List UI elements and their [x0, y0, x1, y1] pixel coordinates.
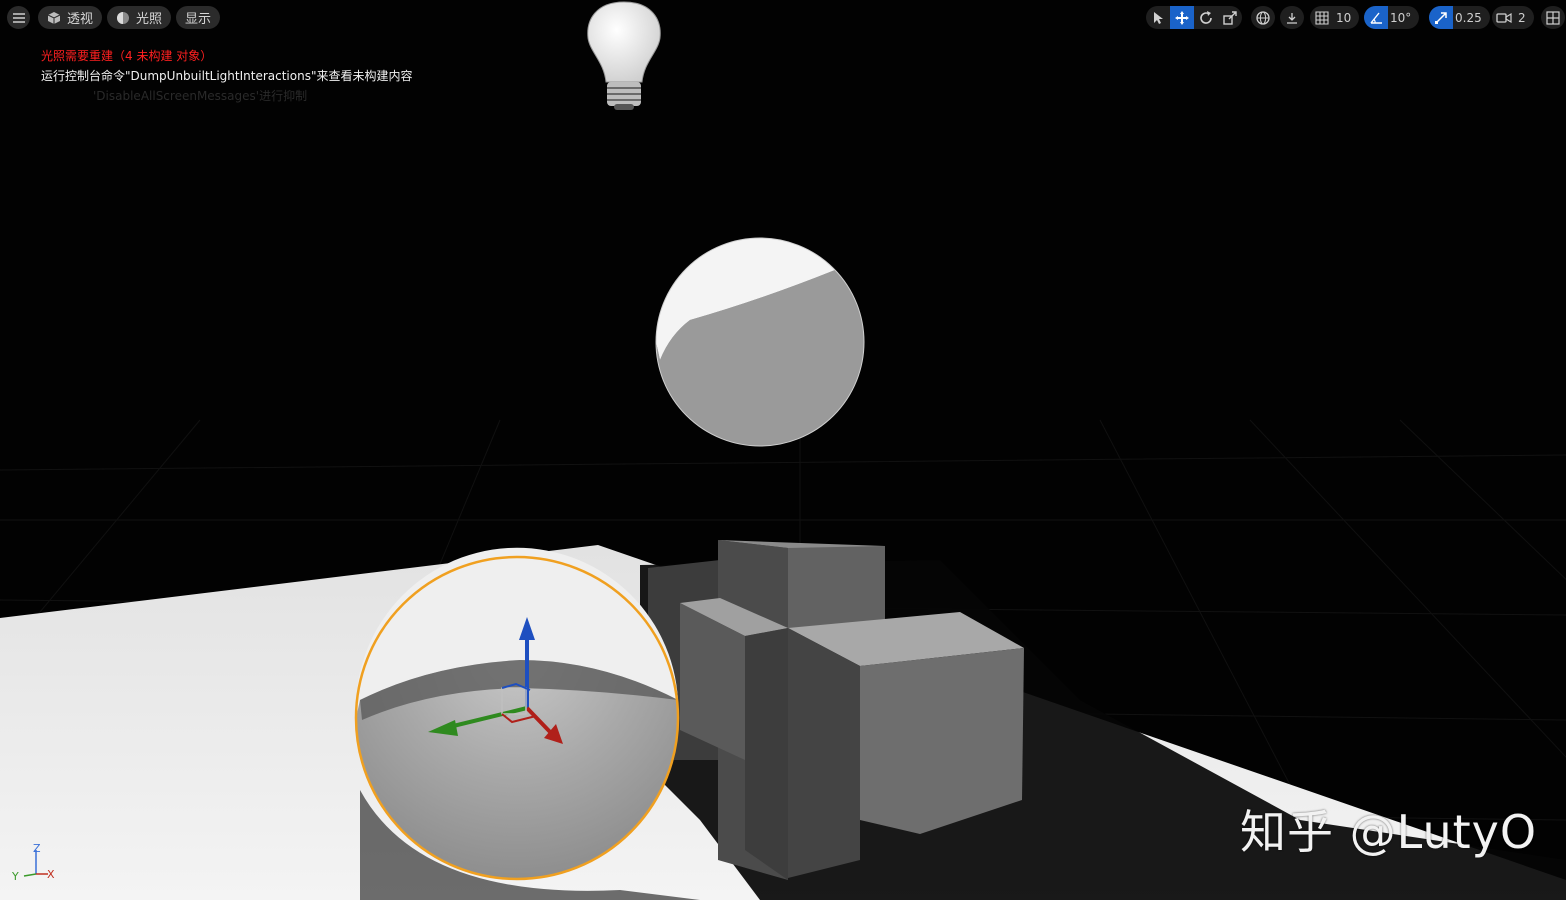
world-space-button[interactable] [1251, 6, 1275, 29]
scale-snap-icon [1434, 11, 1448, 25]
show-button[interactable]: 显示 [176, 6, 221, 29]
camera-speed-group: 2 [1492, 6, 1534, 29]
scale-mode-button[interactable] [1218, 6, 1242, 29]
axis-x-label: X [47, 868, 55, 881]
grid-snap-value[interactable]: 10 [1334, 11, 1359, 25]
dump-unbuilt-message: 运行控制台命令"DumpUnbuiltLightInteractions"来查看… [41, 69, 413, 83]
camera-speed-button[interactable] [1492, 6, 1516, 29]
perspective-group: 透视 [38, 6, 103, 29]
grid-snap-group: 10 [1310, 6, 1360, 29]
lighting-rebuild-warning: 光照需要重建（4 未构建 对象） [41, 49, 213, 63]
surface-snap-icon [1285, 11, 1299, 25]
select-mode-button[interactable] [1146, 6, 1170, 29]
surface-snapping-button[interactable] [1280, 6, 1304, 29]
rotation-snap-value[interactable]: 10° [1388, 11, 1419, 25]
viewport-left-toolbar [7, 6, 30, 29]
layout-grid-icon [1546, 10, 1560, 25]
scale-snap-toggle[interactable] [1429, 6, 1453, 29]
layout-group [1541, 6, 1565, 29]
grid-icon [1315, 10, 1329, 25]
scale-snap-value[interactable]: 0.25 [1453, 11, 1490, 25]
scale-snap-group: 0.25 [1429, 6, 1490, 29]
axis-z-label: Z [33, 842, 41, 855]
watermark-text: 知乎 @LutyO [1240, 805, 1538, 859]
translate-mode-button[interactable] [1170, 6, 1194, 29]
axis-orientation-widget: Z Y X [11, 842, 55, 883]
3d-scene[interactable] [0, 0, 1566, 900]
move-arrows-icon [1175, 10, 1189, 25]
floating-sphere[interactable] [655, 237, 865, 447]
angle-icon [1369, 11, 1383, 25]
perspective-button[interactable]: 透视 [38, 6, 103, 29]
scale-icon [1223, 10, 1237, 25]
video-camera-icon [1496, 12, 1512, 24]
grid-snap-toggle[interactable] [1310, 6, 1334, 29]
lighting-mode-button[interactable]: 光照 [107, 6, 172, 29]
coordinate-space-group [1251, 6, 1275, 29]
hamburger-menu-icon [12, 12, 25, 23]
surface-snap-group [1280, 6, 1304, 29]
camera-speed-value[interactable]: 2 [1516, 11, 1534, 25]
lighting-group: 光照 [107, 6, 172, 29]
disable-messages-hint: 'DisableAllScreenMessages'进行抑制 [93, 89, 308, 103]
transform-mode-group [1146, 6, 1242, 29]
rotation-snap-toggle[interactable] [1364, 6, 1388, 29]
viewport-layout-button[interactable] [1541, 6, 1565, 29]
lighting-label: 光照 [136, 12, 163, 27]
level-viewport[interactable]: 透视 光照 显示 10 10° 0.25 2 光照需要重建（4 未构建 对象） … [0, 0, 1566, 900]
show-group: 显示 [176, 6, 221, 29]
rotation-snap-group: 10° [1364, 6, 1420, 29]
rotate-icon [1199, 10, 1213, 25]
globe-icon [1256, 10, 1270, 25]
cube-icon [47, 11, 61, 25]
cursor-arrow-icon [1152, 11, 1164, 25]
lit-sphere-icon [116, 11, 130, 25]
axis-y-label: Y [11, 870, 19, 883]
rotate-mode-button[interactable] [1194, 6, 1218, 29]
viewport-menu-button[interactable] [7, 6, 30, 29]
show-label: 显示 [185, 12, 212, 27]
perspective-label: 透视 [67, 12, 94, 27]
